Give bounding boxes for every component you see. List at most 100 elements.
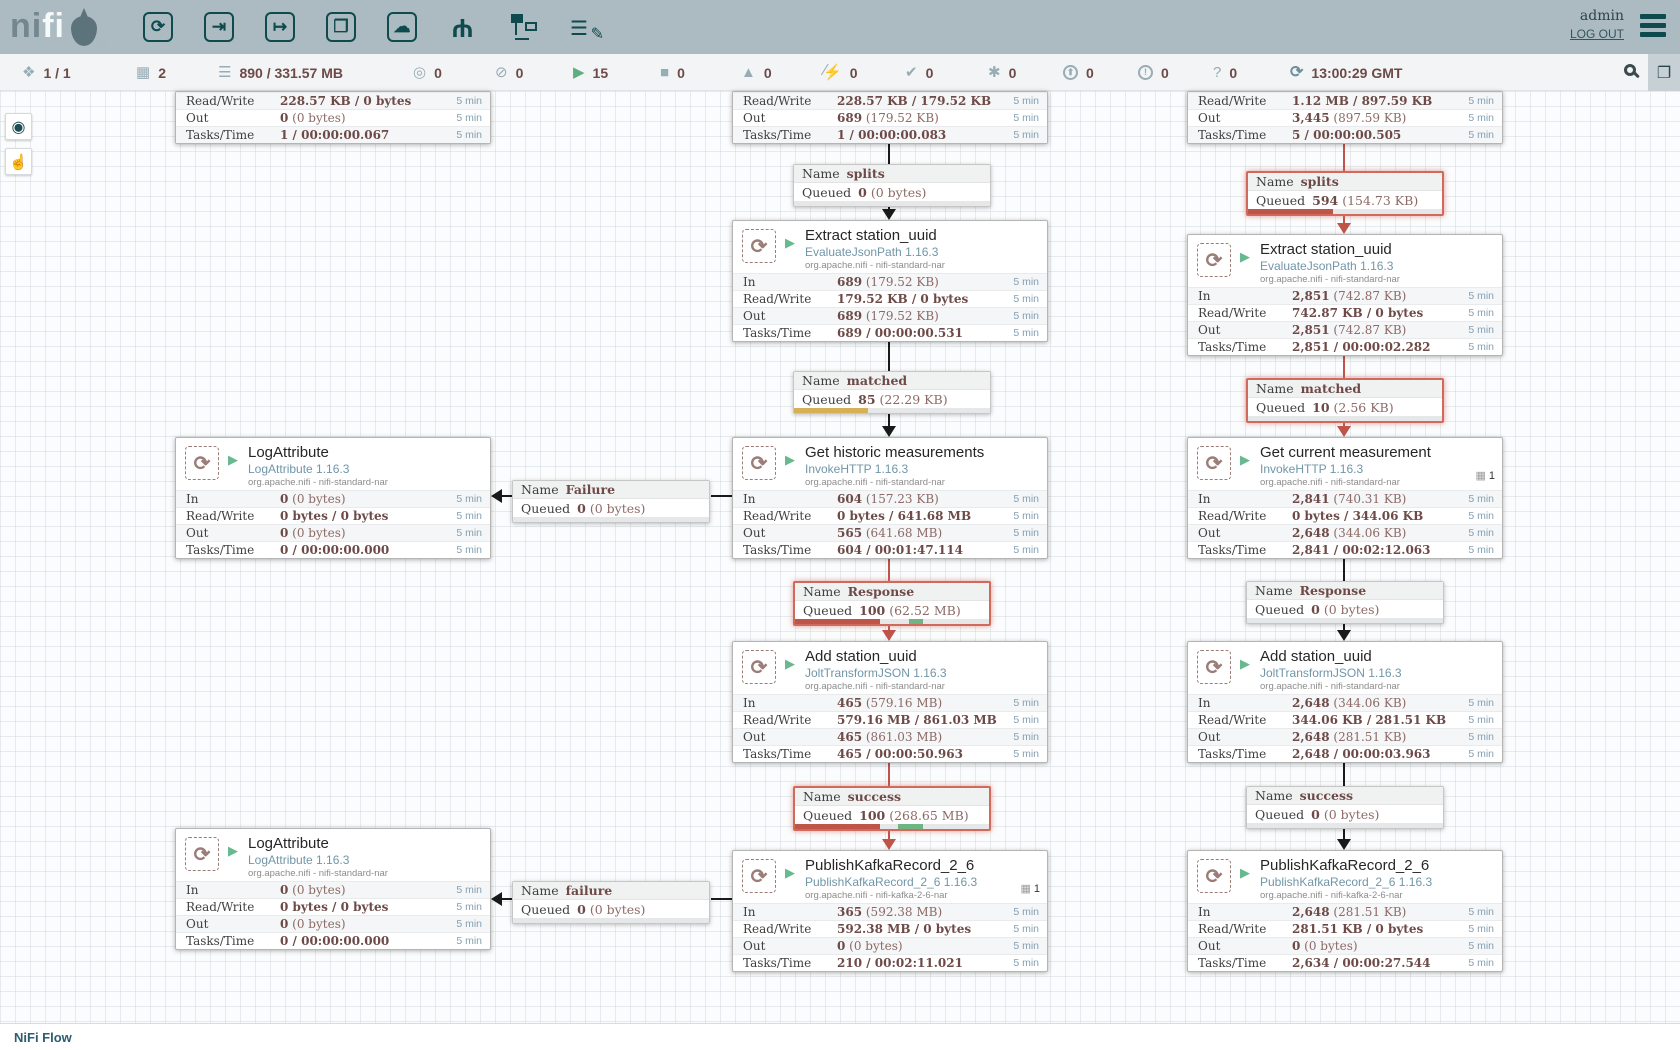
connection-name-label: Name xyxy=(1256,174,1294,189)
stat-value: 0 (0 bytes) xyxy=(837,939,1013,953)
logout-link[interactable]: LOG OUT xyxy=(1570,27,1624,41)
connection-label[interactable]: NamesuccessQueued0 (0 bytes) xyxy=(1246,786,1444,829)
stat-value: 228.57 KB / 0 bytes xyxy=(280,94,456,108)
stat-label: Out xyxy=(1198,526,1292,540)
queued-label: Queued xyxy=(803,808,852,823)
connection-queued-row: Queued0 (0 bytes) xyxy=(1247,805,1443,823)
arrowhead-down-icon xyxy=(1337,630,1351,641)
processor-stat-row: Tasks/Time1 / 00:00:00.0835 min xyxy=(733,126,1047,143)
processor-title: PublishKafkaRecord_2_6 xyxy=(805,857,1039,874)
processor-bundle: org.apache.nifi - nifi-standard-nar xyxy=(805,681,1039,692)
stat-label: Tasks/Time xyxy=(1198,543,1292,557)
connection-label[interactable]: NamefailureQueued0 (0 bytes) xyxy=(512,881,710,924)
processor-stat-row: In689 (179.52 KB)5 min xyxy=(733,273,1047,290)
processor-node[interactable]: ⟳▶PublishKafkaRecord_2_6PublishKafkaReco… xyxy=(1187,850,1503,972)
connection-label[interactable]: NamematchedQueued10 (2.56 KB) xyxy=(1246,378,1444,423)
processor-node[interactable]: ⟳▶PublishKafkaRecord_2_6PublishKafkaReco… xyxy=(732,850,1048,972)
panel-toggle-icon[interactable]: ❐ xyxy=(1648,54,1680,91)
breadcrumb[interactable]: NiFi Flow xyxy=(14,1030,72,1045)
connection-line xyxy=(1343,762,1345,786)
label-tool-icon[interactable]: ☰✎ xyxy=(566,8,604,46)
stat-window: 5 min xyxy=(456,129,482,141)
queued-icon: ☰ xyxy=(218,65,231,80)
processor-node[interactable]: ⟳▶Add station_uuidJoltTransformJSON 1.16… xyxy=(1187,641,1503,763)
connection-label[interactable]: NameFailureQueued0 (0 bytes) xyxy=(512,480,710,523)
stat-label: Out xyxy=(1198,111,1292,125)
remote-process-group-tool-icon[interactable]: ☁ xyxy=(383,8,421,46)
connection-label[interactable]: NameResponseQueued0 (0 bytes) xyxy=(1246,581,1444,624)
invalid-icon: ▲ xyxy=(741,65,756,80)
up-to-date-status: ✔0 xyxy=(905,54,933,91)
processor-title: PublishKafkaRecord_2_6 xyxy=(1260,857,1494,874)
stat-window: 5 min xyxy=(456,493,482,505)
connection-name-label: Name xyxy=(803,584,841,599)
status-count: 890 / 331.57 MB xyxy=(239,65,343,81)
stat-label: Out xyxy=(1198,939,1292,953)
stat-window: 5 min xyxy=(1468,95,1494,107)
processor-tool-icon[interactable]: ⟳ xyxy=(139,8,177,46)
processor-type-icon: ⟳ xyxy=(1197,650,1231,684)
cluster-icon: ❖ xyxy=(22,65,35,80)
processor-node[interactable]: ⟳▶LogAttributeLogAttribute 1.16.3org.apa… xyxy=(175,437,491,559)
connection-queued-row: Queued85 (22.29 KB) xyxy=(794,390,990,408)
hand-button[interactable]: ☝ xyxy=(5,148,32,175)
birdseye-button[interactable]: ◉ xyxy=(5,113,32,140)
processor-stat-row: Read/Write1.12 MB / 897.59 KB5 min xyxy=(1188,92,1502,109)
processor-type-icon: ⟳ xyxy=(1197,446,1231,480)
stat-value: 0 / 00:00:00.000 xyxy=(280,934,456,948)
processor-node[interactable]: ⟳▶Get historic measurementsInvokeHTTP 1.… xyxy=(732,437,1048,559)
run-status-icon: ▶ xyxy=(228,843,238,859)
connection-label[interactable]: NamematchedQueued85 (22.29 KB) xyxy=(793,371,991,414)
processor-node[interactable]: ⟳▶Extract station_uuidEvaluateJsonPath 1… xyxy=(732,220,1048,342)
stat-label: In xyxy=(743,696,837,710)
processor-node[interactable]: ⟳▶Get current measurementInvokeHTTP 1.16… xyxy=(1187,437,1503,559)
threads-icon: ▦ xyxy=(1475,470,1485,482)
processor-node[interactable]: ⟳▶LogAttributeLogAttribute 1.16.3org.apa… xyxy=(175,828,491,950)
locally-modified-status: ✱0 xyxy=(988,54,1016,91)
processor-type: EvaluateJsonPath 1.16.3 xyxy=(805,245,1039,259)
connection-label[interactable]: NamesplitsQueued0 (0 bytes) xyxy=(793,164,991,207)
stat-label: In xyxy=(1198,905,1292,919)
connection-name-value: success xyxy=(1300,788,1353,803)
stat-window: 5 min xyxy=(1013,327,1039,339)
connection-name-label: Name xyxy=(802,166,840,181)
stat-value: 0 (0 bytes) xyxy=(280,883,456,897)
processor-bundle: org.apache.nifi - nifi-kafka-2-6-nar xyxy=(805,890,1039,901)
processor-node[interactable]: Read/Write1.12 MB / 897.59 KB5 minOut3,4… xyxy=(1187,91,1503,144)
queued-value: 0 (0 bytes) xyxy=(1311,807,1379,822)
connection-name-label: Name xyxy=(803,789,841,804)
processor-node[interactable]: ⟳▶Add station_uuidJoltTransformJSON 1.16… xyxy=(732,641,1048,763)
arrowhead-down-icon xyxy=(1337,839,1351,850)
processor-node[interactable]: Read/Write228.57 KB / 0 bytes5 minOut0 (… xyxy=(175,91,491,144)
processor-title: LogAttribute xyxy=(248,835,482,852)
connection-label[interactable]: NamesuccessQueued100 (268.65 MB) xyxy=(793,786,991,831)
refresh-status[interactable]: ⟳13:00:29 GMT xyxy=(1290,54,1402,91)
global-menu-icon[interactable] xyxy=(1640,14,1666,37)
template-tool-icon[interactable] xyxy=(505,8,543,46)
stat-value: 689 (179.52 KB) xyxy=(837,309,1013,323)
app-header: nifi ⟳ ⇥ ↦ ❐ ☁ Ψ ☰✎ admin LOG OUT xyxy=(0,0,1680,54)
stat-value: 0 (0 bytes) xyxy=(280,111,456,125)
backpressure-fill xyxy=(794,408,868,413)
output-port-tool-icon[interactable]: ↦ xyxy=(261,8,299,46)
queued-value: 10 (2.56 KB) xyxy=(1312,400,1393,415)
stat-label: In xyxy=(743,492,837,506)
connection-name-label: Name xyxy=(802,373,840,388)
refresh-icon[interactable]: ⟳ xyxy=(1290,65,1303,81)
search-icon[interactable] xyxy=(1622,62,1644,84)
run-status-icon: ▶ xyxy=(228,452,238,468)
threads-icon: ▦ xyxy=(136,65,150,80)
connection-label[interactable]: NamesplitsQueued594 (154.73 KB) xyxy=(1246,171,1444,216)
stat-label: Read/Write xyxy=(743,922,837,936)
stat-window: 5 min xyxy=(1013,544,1039,556)
input-port-tool-icon[interactable]: ⇥ xyxy=(200,8,238,46)
processor-stat-row: Tasks/Time604 / 00:01:47.1145 min xyxy=(733,541,1047,558)
stat-value: 742.87 KB / 0 bytes xyxy=(1292,306,1468,320)
connection-label[interactable]: NameResponseQueued100 (62.52 MB) xyxy=(793,581,991,626)
flow-canvas[interactable]: ◉ ☝ Read/Write 228.57 KB / 0 bytes 5 min Out 0… xyxy=(0,91,1680,1023)
stat-window: 5 min xyxy=(1013,731,1039,743)
funnel-tool-icon[interactable]: Ψ xyxy=(444,8,482,46)
processor-node[interactable]: ⟳▶Extract station_uuidEvaluateJsonPath 1… xyxy=(1187,234,1503,356)
process-group-tool-icon[interactable]: ❐ xyxy=(322,8,360,46)
processor-node[interactable]: Read/Write228.57 KB / 179.52 KB5 minOut6… xyxy=(732,91,1048,144)
